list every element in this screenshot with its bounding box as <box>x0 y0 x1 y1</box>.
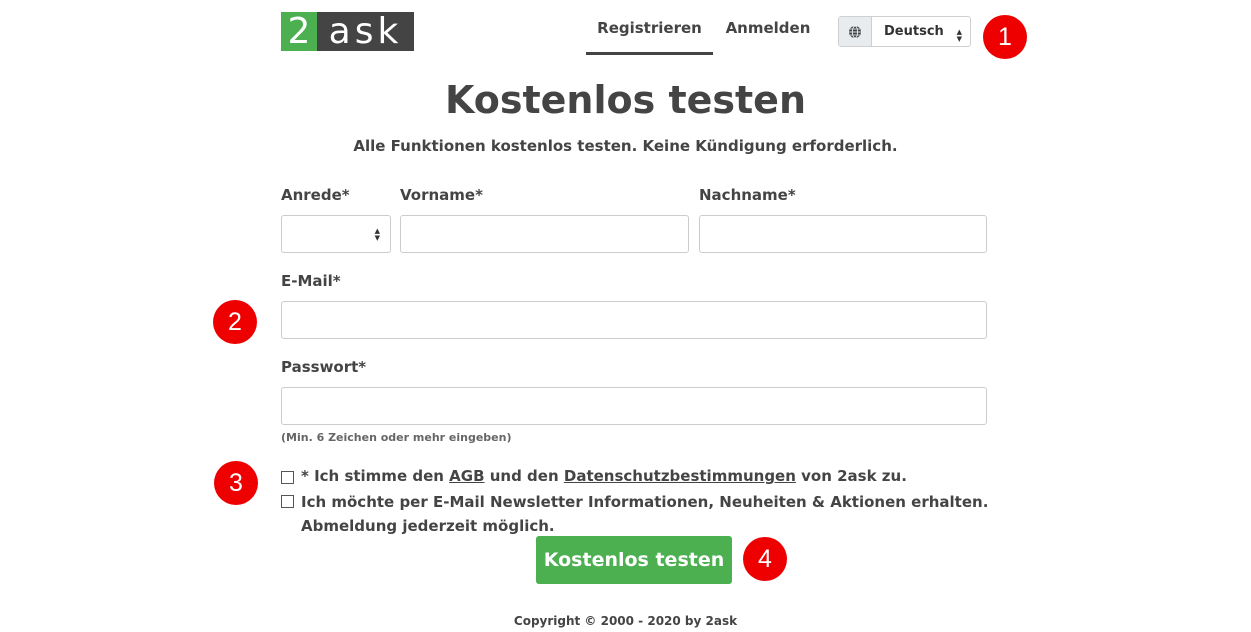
logo-number: 2 <box>281 12 317 51</box>
step-badge-1: 1 <box>983 15 1027 59</box>
step-badge-2: 2 <box>213 300 257 344</box>
newsletter-line-2: Abmeldung jederzeit möglich. <box>301 517 555 535</box>
password-label: Passwort* <box>281 358 367 376</box>
newsletter-row: Ich möchte per E-Mail Newsletter Informa… <box>281 490 988 538</box>
tab-register[interactable]: Registrieren <box>586 14 713 55</box>
select-arrows-icon: ▲ ▼ <box>956 28 962 43</box>
copyright: Copyright © 2000 - 2020 by 2ask <box>513 614 738 628</box>
newsletter-checkbox[interactable] <box>281 495 294 508</box>
terms-middle: und den <box>484 467 564 485</box>
submit-button[interactable]: Kostenlos testen <box>536 536 732 584</box>
firstname-input[interactable] <box>400 215 689 253</box>
step-badge-3: 3 <box>214 461 258 505</box>
salutation-label: Anrede* <box>281 186 350 204</box>
terms-checkbox[interactable] <box>281 471 294 484</box>
page-title: Kostenlos testen <box>444 78 807 122</box>
terms-text: * Ich stimme den AGB und den Datenschutz… <box>301 467 907 485</box>
email-label: E-Mail* <box>281 272 341 290</box>
logo[interactable]: 2 ask <box>281 12 414 51</box>
email-input[interactable] <box>281 301 987 339</box>
agb-link[interactable]: AGB <box>449 467 484 485</box>
lastname-input[interactable] <box>699 215 987 253</box>
lastname-label: Nachname* <box>699 186 796 204</box>
salutation-select[interactable]: ▲ ▼ <box>281 215 391 253</box>
logo-text: ask <box>317 12 414 51</box>
password-input[interactable] <box>281 387 987 425</box>
terms-row: * Ich stimme den AGB und den Datenschutz… <box>281 467 907 485</box>
step-badge-4: 4 <box>743 537 787 581</box>
globe-icon <box>839 17 872 46</box>
terms-suffix: von 2ask zu. <box>795 467 907 485</box>
terms-prefix: * Ich stimme den <box>301 467 450 485</box>
page-subtitle: Alle Funktionen kostenlos testen. Keine … <box>353 137 898 155</box>
firstname-label: Vorname* <box>400 186 483 204</box>
password-hint: (Min. 6 Zeichen oder mehr eingeben) <box>281 431 512 444</box>
newsletter-line-1: Ich möchte per E-Mail Newsletter Informa… <box>301 493 989 511</box>
language-select[interactable]: Deutsch ▲ ▼ <box>838 16 971 47</box>
tab-login[interactable]: Anmelden <box>720 14 816 55</box>
select-arrows-icon: ▲ ▼ <box>374 227 380 242</box>
newsletter-text: Ich möchte per E-Mail Newsletter Informa… <box>301 490 988 538</box>
language-value: Deutsch <box>884 24 944 39</box>
privacy-link[interactable]: Datenschutzbestimmungen <box>564 467 796 485</box>
